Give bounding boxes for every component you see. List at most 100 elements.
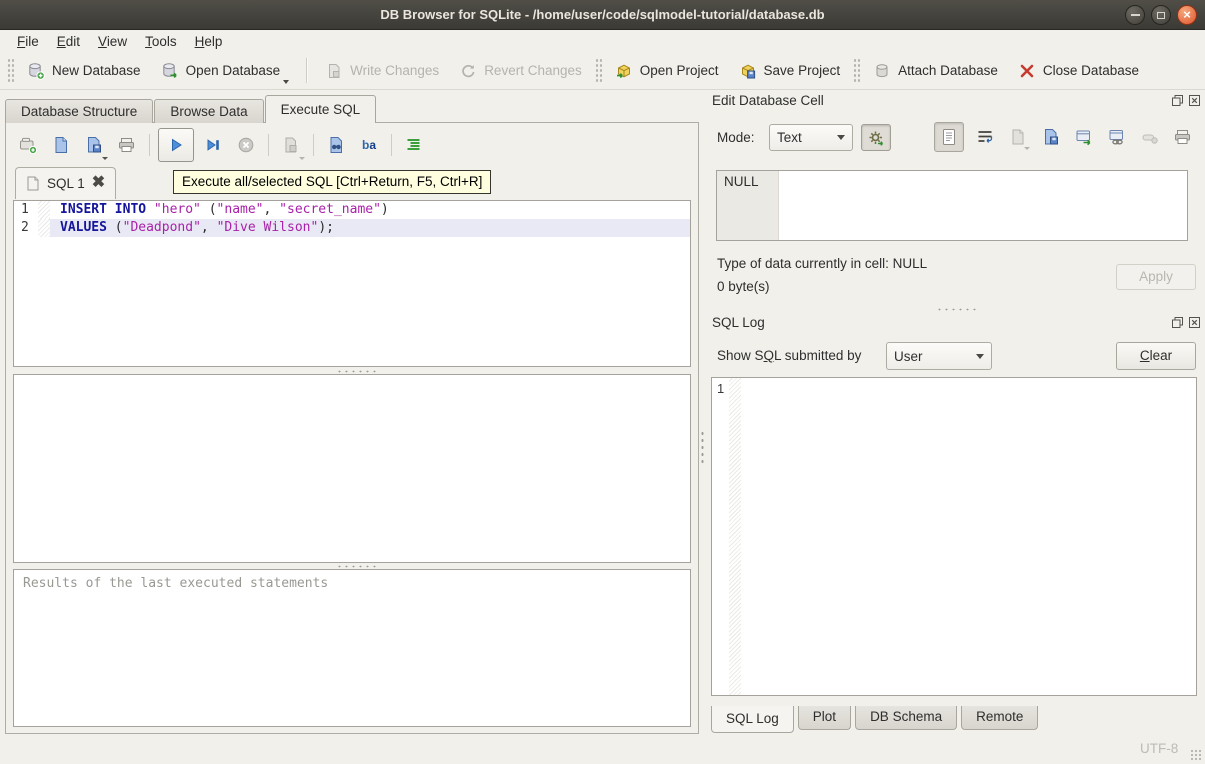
clear-label-rest: lear [1150,348,1173,363]
save-sql-dropdown-caret-icon[interactable] [102,157,108,160]
close-sql-tab-icon[interactable]: ✖ [92,175,105,191]
word-wrap-button[interactable] [973,125,997,149]
find-replace-button[interactable] [322,131,350,159]
format-sql-icon [404,135,424,155]
cell-editor[interactable]: NULL [716,170,1188,241]
bottom-tab-sql-log[interactable]: SQL Log [711,706,794,733]
mode-dropdown[interactable]: Text [769,124,853,151]
code-token: ); [318,220,334,235]
open-database-label: Open Database [186,63,281,78]
copy-link-button[interactable] [1105,125,1129,149]
auto-completion-button[interactable]: ba [355,131,383,159]
gear-icon [867,129,885,147]
execute-current-line-button[interactable] [199,131,227,159]
menu-tools-rest: ools [152,34,177,49]
menu-file[interactable]: File [8,32,48,51]
write-changes-icon [325,62,343,80]
menu-view[interactable]: View [89,32,136,51]
sql-editor[interactable]: 1 INSERT INTO "hero" ("name", "secret_na… [13,200,691,367]
menu-tools[interactable]: Tools [136,32,186,51]
format-sql-button[interactable] [400,131,428,159]
open-database-button[interactable]: Open Database [151,56,300,86]
export-data-button[interactable] [1039,125,1063,149]
window-controls: × [1125,5,1197,25]
execute-all-icon [166,135,186,155]
cell-editor-content[interactable] [779,171,1187,240]
open-sql-file-button[interactable] [47,131,75,159]
bottom-tab-db-schema[interactable]: DB Schema [855,706,957,730]
revert-changes-label: Revert Changes [484,63,582,78]
minimize-icon[interactable] [1125,5,1145,25]
editor-secondary-pane[interactable] [13,374,691,563]
tab-browse-data[interactable]: Browse Data [154,99,263,123]
open-external-button[interactable] [1072,125,1096,149]
close-database-label: Close Database [1043,63,1139,78]
save-results-icon [281,135,301,155]
bottom-tab-remote[interactable]: Remote [961,706,1038,730]
dock-splitter[interactable] [936,307,976,312]
print-cell-button[interactable] [1171,125,1195,149]
float-dock-icon[interactable] [1171,316,1184,329]
results-pane[interactable]: Results of the last executed statements [13,569,691,727]
tab-execute-sql[interactable]: Execute SQL [265,95,377,123]
menu-edit[interactable]: Edit [48,32,89,51]
new-tab-button[interactable] [14,131,42,159]
log-fold-margin [729,378,741,695]
attach-database-icon [873,62,891,80]
sql-editor-toolbar: ba [14,126,428,163]
menubar: File Edit View Tools Help [0,30,1205,52]
open-sql-file-icon [51,135,71,155]
sql-source-dropdown[interactable]: User [886,342,992,370]
tab-database-structure[interactable]: Database Structure [5,99,153,123]
import-dropdown-caret-icon [1024,147,1030,150]
sql-source-dropdown-value: User [894,349,923,364]
close-dock-icon[interactable] [1188,94,1201,107]
code-token: ) [381,202,389,217]
fold-margin [38,201,50,219]
toolbar-grip[interactable] [853,58,860,84]
close-dock-icon[interactable] [1188,316,1201,329]
open-database-dropdown-caret-icon[interactable] [283,80,289,84]
float-dock-icon[interactable] [1171,94,1184,107]
code-token: "secret_name" [279,202,381,217]
menu-edit-rest: dit [66,34,80,49]
close-icon[interactable]: × [1177,5,1197,25]
print-button[interactable] [113,131,141,159]
execute-all-button[interactable] [158,128,194,162]
new-database-button[interactable]: New Database [17,56,151,86]
save-results-dropdown-caret-icon [299,157,305,160]
open-external-icon [1074,127,1094,147]
code-token: ( [201,202,217,217]
text-mode-button[interactable] [934,122,964,152]
sql-document-tab[interactable]: SQL 1 ✖ [15,167,116,199]
stop-icon [236,135,256,155]
word-wrap-icon [975,127,995,147]
find-replace-icon [326,135,346,155]
apply-button: Apply [1116,264,1196,290]
resize-grip[interactable] [1190,749,1202,761]
sql-log-view[interactable]: 1 [711,377,1197,696]
export-data-icon [1041,127,1061,147]
save-project-button[interactable]: Save Project [729,56,851,86]
new-database-label: New Database [52,63,141,78]
close-database-button[interactable]: Close Database [1008,56,1149,86]
auto-completion-icon: ba [362,139,376,151]
clear-log-button[interactable]: Clear [1116,342,1196,370]
attach-database-button[interactable]: Attach Database [863,56,1008,86]
edit-cell-dock-controls [1171,94,1201,107]
main-splitter[interactable] [700,430,705,466]
menu-help[interactable]: Help [186,32,232,51]
apply-format-button[interactable] [861,124,891,151]
write-changes-button: Write Changes [315,56,449,86]
encoding-indicator[interactable]: UTF-8 [1140,741,1178,756]
bottom-tab-plot[interactable]: Plot [798,706,851,730]
code-token: , [264,202,280,217]
toolbar-grip[interactable] [595,58,602,84]
save-sql-file-button[interactable] [80,131,108,159]
copy-link-icon [1107,127,1127,147]
clear-label-mnemonic: C [1140,348,1150,363]
menu-tools-mnemonic: T [145,34,152,49]
maximize-icon[interactable] [1151,5,1171,25]
toolbar-grip[interactable] [7,58,14,84]
open-project-button[interactable]: Open Project [605,56,729,86]
